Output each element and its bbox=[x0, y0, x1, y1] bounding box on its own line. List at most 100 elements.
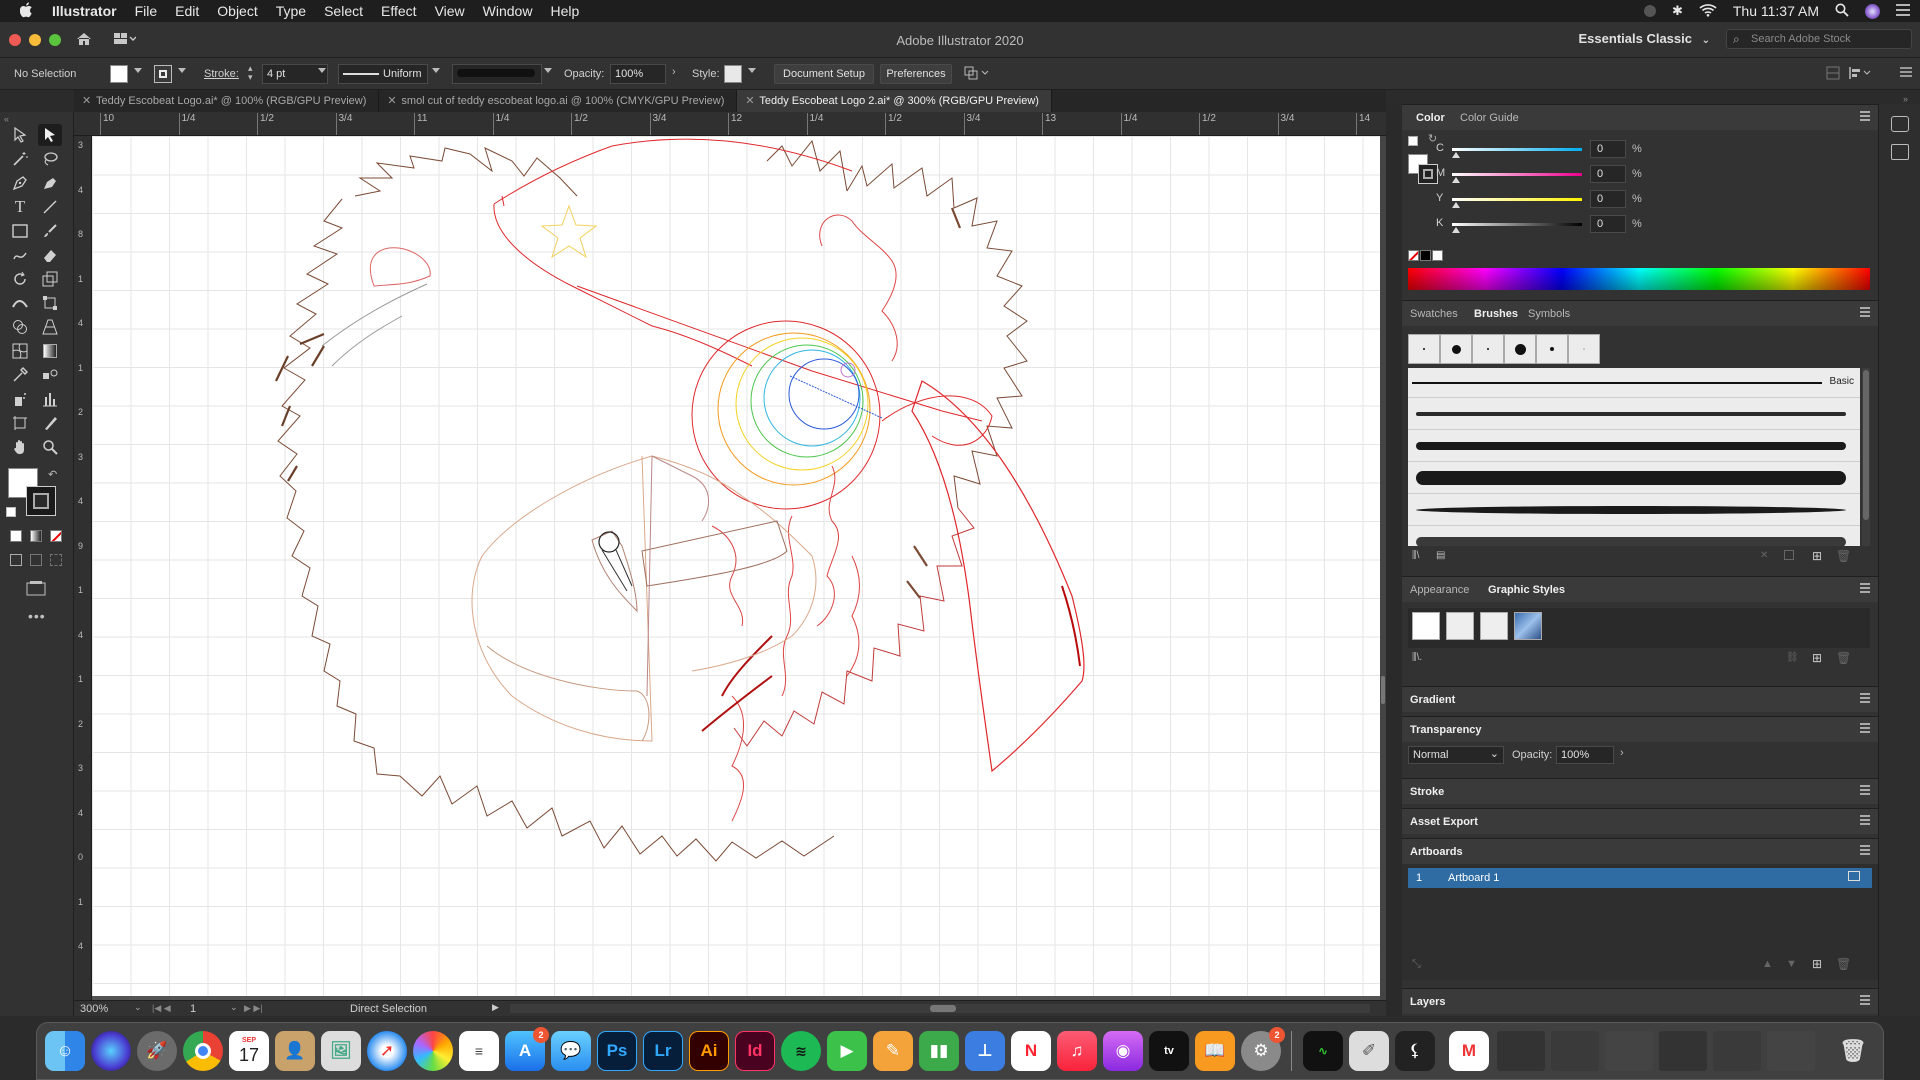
stroke-color-box[interactable] bbox=[26, 486, 56, 516]
rotate-tool-icon[interactable] bbox=[8, 268, 32, 290]
photos-icon[interactable] bbox=[413, 1031, 453, 1071]
cyan-slider[interactable]: C 0 % bbox=[1436, 140, 1652, 160]
rearrange-artboards-icon[interactable]: ⤡ bbox=[1412, 958, 1421, 971]
new-artboard-icon[interactable]: ⊞ bbox=[1812, 957, 1822, 971]
column-graph-tool-icon[interactable] bbox=[38, 388, 62, 410]
libraries-panel-icon[interactable]: ▤ bbox=[1436, 550, 1445, 561]
menu-illustrator[interactable]: Illustrator bbox=[43, 3, 126, 19]
mini-fill-swatch[interactable] bbox=[1408, 136, 1418, 146]
books-icon[interactable]: 📖 bbox=[1195, 1031, 1235, 1071]
brush-preset[interactable] bbox=[1536, 334, 1568, 364]
home-icon[interactable] bbox=[76, 31, 92, 50]
cyan-value-input[interactable]: 0 bbox=[1590, 140, 1626, 158]
stroke-weight-input[interactable]: 4 pt bbox=[262, 64, 328, 84]
brush-preset[interactable] bbox=[1472, 334, 1504, 364]
slider-handle-icon[interactable] bbox=[1452, 177, 1460, 183]
minimize-window-button[interactable] bbox=[29, 34, 41, 46]
workspace-switcher[interactable]: Essentials Classic ⌄ bbox=[1579, 31, 1710, 46]
calendar-icon[interactable]: SEP 17 bbox=[229, 1031, 269, 1071]
black-value-input[interactable]: 0 bbox=[1590, 215, 1626, 233]
lasso-tool-icon[interactable] bbox=[38, 148, 62, 170]
gradient-tool-icon[interactable] bbox=[38, 340, 62, 362]
preview-icon[interactable]: 🖼 bbox=[321, 1031, 361, 1071]
delete-artboard-icon[interactable]: 🗑 bbox=[1836, 957, 1851, 971]
panel-menu-icon[interactable] bbox=[1860, 723, 1870, 733]
pen-tool-icon[interactable] bbox=[8, 172, 32, 194]
color-spectrum-bar[interactable] bbox=[1408, 268, 1870, 290]
apple-tv-icon[interactable]: tv bbox=[1149, 1031, 1189, 1071]
photoshop-icon[interactable]: Ps bbox=[597, 1031, 637, 1071]
brush-basic[interactable]: Basic bbox=[1408, 368, 1860, 398]
vertical-scroll-thumb[interactable] bbox=[1381, 676, 1385, 704]
brush-preset[interactable] bbox=[1408, 334, 1440, 364]
draw-mode-icon[interactable] bbox=[10, 554, 22, 566]
menu-object[interactable]: Object bbox=[208, 3, 266, 19]
first-artboard-icon[interactable]: |◀ ◀ bbox=[152, 1003, 171, 1014]
toolbar-collapse-icon[interactable]: « bbox=[4, 114, 9, 124]
none-mode-icon[interactable] bbox=[50, 530, 62, 542]
opacity-expand-icon[interactable]: › bbox=[672, 66, 676, 78]
line-segment-tool-icon[interactable] bbox=[38, 196, 62, 218]
stroke-label[interactable]: Stroke: bbox=[204, 68, 239, 80]
panel-menu-icon[interactable] bbox=[1860, 995, 1870, 1005]
hand-tool-icon[interactable] bbox=[8, 436, 32, 458]
spotlight-search-icon[interactable] bbox=[1835, 3, 1849, 20]
symbol-sprayer-tool-icon[interactable] bbox=[8, 388, 32, 410]
magenta-track[interactable] bbox=[1452, 173, 1582, 176]
menu-edit[interactable]: Edit bbox=[166, 3, 208, 19]
brush-preset[interactable] bbox=[1568, 334, 1600, 364]
swap-fill-stroke-icon[interactable]: ↶ bbox=[48, 468, 57, 481]
menu-effect[interactable]: Effect bbox=[372, 3, 426, 19]
tab-symbols[interactable]: Symbols bbox=[1528, 308, 1570, 320]
gmail-icon[interactable]: M bbox=[1449, 1031, 1489, 1071]
black-slider[interactable]: K 0 % bbox=[1436, 215, 1652, 235]
teddy-logo-artwork[interactable] bbox=[92, 136, 1382, 996]
zoom-tool-icon[interactable] bbox=[38, 436, 62, 458]
close-tab-icon[interactable]: ✕ bbox=[745, 90, 754, 112]
close-window-button[interactable] bbox=[9, 34, 21, 46]
break-link-icon[interactable]: ⛓ bbox=[1786, 652, 1799, 663]
horizontal-scroll-thumb[interactable] bbox=[930, 1005, 956, 1012]
contacts-icon[interactable]: 👤 bbox=[275, 1031, 315, 1071]
document-tab[interactable]: ✕ Teddy Escobeat Logo.ai* @ 100% (RGB/GPU… bbox=[74, 90, 380, 112]
properties-icon[interactable] bbox=[1891, 144, 1909, 160]
menu-view[interactable]: View bbox=[426, 3, 474, 19]
minimized-window-6[interactable] bbox=[1767, 1031, 1815, 1071]
panel-menu-icon[interactable] bbox=[1860, 111, 1870, 121]
fill-swatch[interactable] bbox=[110, 65, 128, 83]
menu-select[interactable]: Select bbox=[315, 3, 372, 19]
direct-selection-tool-icon[interactable] bbox=[38, 124, 62, 146]
safari-icon[interactable]: ➚ bbox=[367, 1031, 407, 1071]
tab-color[interactable]: Color bbox=[1416, 112, 1445, 124]
stroke-weight-dropdown-icon[interactable] bbox=[318, 68, 326, 73]
panel-collapse-icon[interactable]: » bbox=[1903, 94, 1908, 104]
document-tab[interactable]: ✕ smol cut of teddy escobeat logo.ai @ 10… bbox=[379, 90, 738, 112]
status-menu-arrow-icon[interactable]: ▶ bbox=[492, 1002, 499, 1013]
stroke-dropdown-icon[interactable] bbox=[178, 68, 186, 73]
pages-icon[interactable]: ✎ bbox=[873, 1031, 913, 1071]
blend-tool-icon[interactable] bbox=[38, 364, 62, 386]
brush-charcoal[interactable] bbox=[1408, 399, 1860, 430]
artboard-row-name[interactable]: Artboard 1 bbox=[1448, 872, 1499, 884]
profile-dropdown-icon[interactable] bbox=[432, 68, 440, 73]
move-up-icon[interactable]: ▲ bbox=[1762, 958, 1773, 970]
lightroom-icon[interactable]: Lr bbox=[643, 1031, 683, 1071]
scale-tool-icon[interactable] bbox=[38, 268, 62, 290]
panel-menu-icon[interactable] bbox=[1860, 845, 1870, 855]
minimized-window-3[interactable] bbox=[1605, 1031, 1653, 1071]
opacity-expand-icon[interactable]: › bbox=[1620, 747, 1624, 759]
activity-monitor-icon[interactable]: ∿ bbox=[1303, 1031, 1343, 1071]
menubar-clock[interactable]: Thu 11:37 AM bbox=[1733, 3, 1819, 19]
color-stroke-box[interactable] bbox=[1418, 164, 1438, 184]
numbers-icon[interactable]: ▮▮ bbox=[919, 1031, 959, 1071]
news-icon[interactable]: N bbox=[1011, 1031, 1051, 1071]
tab-color-guide[interactable]: Color Guide bbox=[1460, 112, 1519, 124]
menu-window[interactable]: Window bbox=[474, 3, 542, 19]
paintbrush-tool-icon[interactable] bbox=[38, 220, 62, 242]
vertical-ruler[interactable]: 3481412349141234014 bbox=[74, 136, 92, 1000]
spotify-icon[interactable]: ≋ bbox=[781, 1031, 821, 1071]
horizontal-scrollbar[interactable] bbox=[510, 1004, 1370, 1013]
panel-menu-icon[interactable] bbox=[1860, 583, 1870, 593]
cyan-track[interactable] bbox=[1452, 148, 1582, 151]
opacity-label[interactable]: Opacity: bbox=[564, 68, 604, 80]
